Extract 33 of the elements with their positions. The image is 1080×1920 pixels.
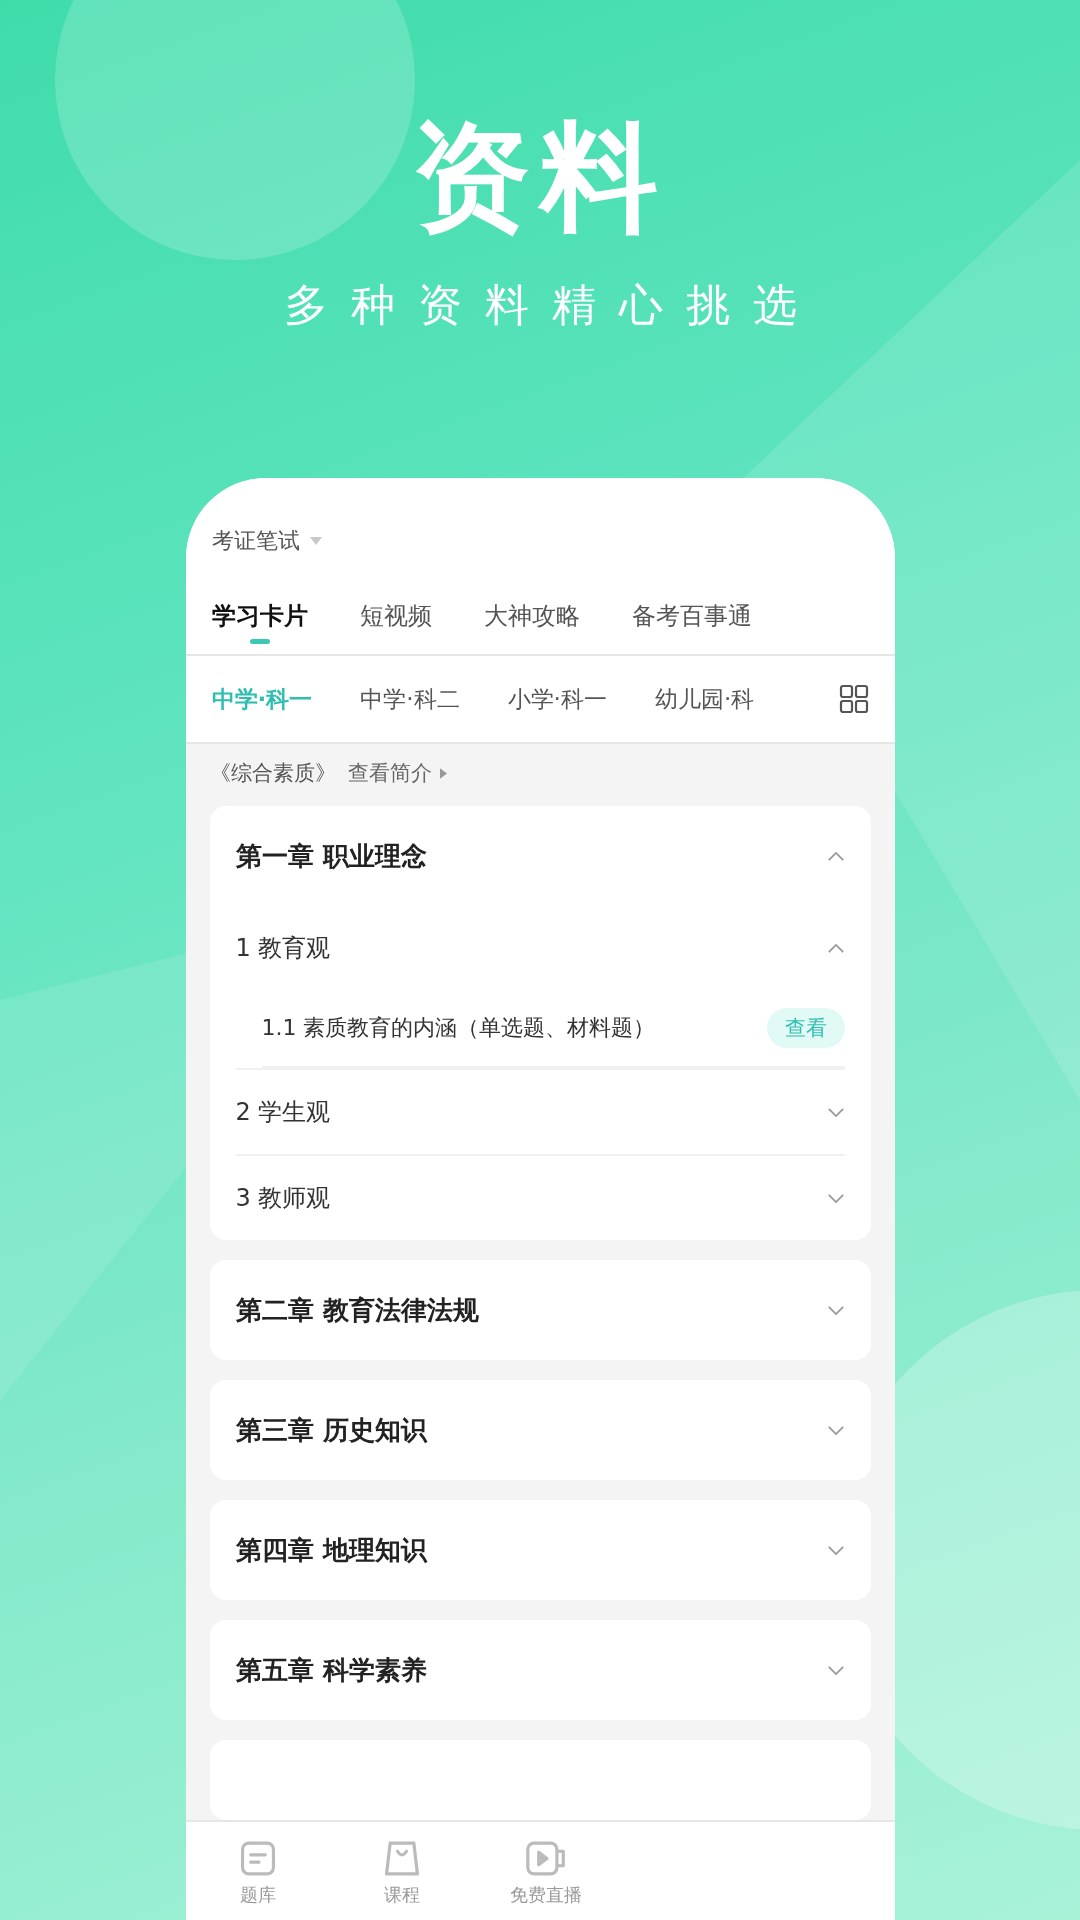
hero-subtitle: 多种资料精心挑选 <box>283 278 820 332</box>
chevron-down-icon[interactable] <box>826 1106 845 1118</box>
video-icon[interactable] <box>525 1840 566 1877</box>
chevron-down-icon[interactable] <box>826 1664 845 1676</box>
intro-link[interactable]: 查看简介 <box>347 759 432 787</box>
lesson-title: 1.1 素质教育的内涵（单选题、材料题） <box>261 1014 656 1042</box>
chapter-title[interactable]: 第三章 历史知识 <box>235 1412 427 1448</box>
category-selector[interactable]: 考证笔试 <box>211 526 300 556</box>
section-title[interactable]: 2 学生观 <box>235 1096 331 1128</box>
tab[interactable]: 备考百事通 <box>631 600 752 654</box>
chevron-down-icon[interactable] <box>826 1304 845 1316</box>
section-title[interactable]: 3 教师观 <box>235 1182 331 1214</box>
play-icon[interactable] <box>439 767 447 779</box>
tab[interactable]: 短视频 <box>359 600 432 654</box>
grid-icon[interactable] <box>838 684 869 714</box>
subject-tab[interactable]: 幼儿园·科 <box>654 673 755 725</box>
chapter-title[interactable]: 第五章 科学素养 <box>235 1652 427 1688</box>
book-title: 《综合素质》 <box>209 760 336 787</box>
chapter-title[interactable]: 第一章 职业理念 <box>235 838 427 874</box>
dropdown-icon[interactable] <box>309 537 322 545</box>
chevron-up-icon[interactable] <box>826 850 845 862</box>
chevron-up-icon[interactable] <box>826 942 845 954</box>
subject-tab[interactable]: 中学·科二 <box>360 673 460 725</box>
tab[interactable]: 学习卡片 <box>211 600 308 654</box>
hero-title: 资料 <box>412 118 668 236</box>
section-title[interactable]: 1 教育观 <box>235 932 331 964</box>
chevron-down-icon[interactable] <box>826 1544 845 1556</box>
chapter-title[interactable]: 第二章 教育法律法规 <box>235 1292 479 1328</box>
subject-tab[interactable]: 小学·科一 <box>507 673 607 725</box>
chapter-title[interactable]: 第四章 地理知识 <box>235 1532 427 1568</box>
chevron-down-icon[interactable] <box>826 1192 845 1204</box>
tab[interactable]: 大神攻略 <box>483 600 580 654</box>
chevron-down-icon[interactable] <box>826 1424 845 1436</box>
